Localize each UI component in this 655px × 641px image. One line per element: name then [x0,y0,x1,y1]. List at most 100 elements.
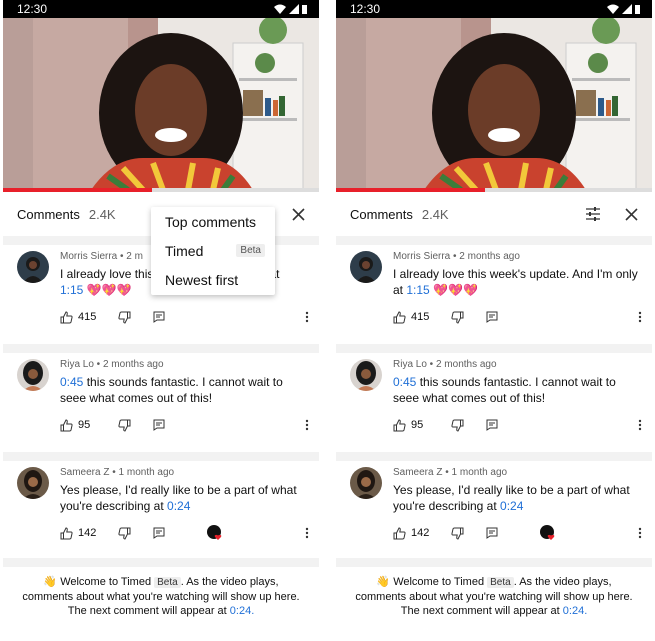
wifi-icon [607,4,619,14]
dislike-button[interactable] [118,311,131,324]
more-options-button[interactable] [305,527,309,539]
reply-button[interactable] [486,311,498,323]
comment-author-meta: Sameera Z • 1 month ago [60,467,175,478]
comments-header: Comments 2.4K [336,198,652,230]
comment-timestamp-link[interactable]: 1:15 [60,283,83,297]
video-frame [336,18,652,190]
wifi-icon [274,4,286,14]
comment-author-meta: Morris Sierra • 2 months ago [393,251,520,262]
wave-emoji: 👋 [376,576,391,588]
creator-heart-badge [540,525,556,541]
video-progress-bar[interactable] [3,188,319,192]
like-button[interactable]: 142 [60,526,106,540]
comment-timestamp-link[interactable]: 0:45 [393,375,416,389]
thumbs-down-icon [118,527,131,540]
next-comment-timestamp[interactable]: 0:24. [563,605,587,617]
thumbs-up-icon [393,418,406,431]
beta-badge: Beta [236,244,265,258]
close-icon[interactable] [625,207,638,221]
creator-heart-icon [540,525,555,540]
next-comment-timestamp[interactable]: 0:24. [230,605,254,617]
comment-text: Yes please, I'd really like to be a part… [393,483,630,513]
more-options-button[interactable] [638,311,642,323]
comment-author-meta: Sameera Z • 1 month ago [393,467,508,478]
more-options-button[interactable] [638,419,642,431]
like-count: 142 [78,527,97,539]
thumbs-down-icon [451,419,464,432]
thumbs-down-icon [451,311,464,324]
thumbs-up-icon [393,310,406,323]
like-button[interactable]: 142 [393,526,439,540]
status-bar: 12:30 [336,0,652,18]
status-bar: 12:30 [3,0,319,18]
signal-icon [289,4,299,14]
comment-timestamp-link[interactable]: 0:45 [60,375,83,389]
like-button[interactable]: 415 [393,310,439,324]
like-button[interactable]: 415 [60,310,106,324]
close-icon[interactable] [292,207,305,221]
reply-button[interactable] [153,419,165,431]
status-icons [274,4,307,14]
more-options-button[interactable] [305,419,309,431]
reply-button[interactable] [153,527,165,539]
more-vertical-icon [305,311,309,323]
dislike-button[interactable] [118,527,131,540]
comment-author-meta: Riya Lo • 2 months ago [393,359,497,370]
like-button[interactable]: 95 [60,418,106,432]
creator-heart-badge [207,525,223,541]
comment-item: Riya Lo • 2 months ago 0:45 this sounds … [336,344,652,438]
comment-actions: 415 [60,308,309,326]
beta-chip: Beta [154,577,181,588]
timed-welcome-message: 👋 Welcome to Timed Beta. As the video pl… [3,558,319,632]
dislike-button[interactable] [118,419,131,432]
more-options-button[interactable] [305,311,309,323]
like-count: 415 [78,311,97,323]
comment-item: Sameera Z • 1 month ago Yes please, I'd … [336,452,652,546]
more-vertical-icon [638,419,642,431]
dislike-button[interactable] [451,419,464,432]
comment-text: 0:45 this sounds fantastic. I cannot wai… [393,375,616,405]
comment-text: 0:45 this sounds fantastic. I cannot wai… [60,375,283,405]
battery-icon [302,5,307,14]
reply-icon [486,419,498,431]
more-options-button[interactable] [638,527,642,539]
comment-timestamp-link[interactable]: 0:24 [167,499,190,513]
video-progress-fill [3,188,152,192]
sort-option-top-comments[interactable]: Top comments [151,207,275,236]
like-count: 142 [411,527,430,539]
avatar [350,251,382,283]
reply-icon [153,311,165,323]
avatar [17,467,49,499]
like-button[interactable]: 95 [393,418,439,432]
like-count: 95 [411,419,424,431]
filter-icon[interactable] [585,207,601,221]
video-progress-bar[interactable] [336,188,652,192]
reply-button[interactable] [486,527,498,539]
comment-timestamp-link[interactable]: 1:15 [406,283,429,297]
video-player[interactable] [336,18,652,190]
reply-button[interactable] [153,311,165,323]
reply-button[interactable] [486,419,498,431]
comment-timestamp-link[interactable]: 0:24 [500,499,523,513]
status-time: 12:30 [350,2,381,16]
sort-option-timed[interactable]: Timed Beta [151,236,275,265]
like-count: 95 [78,419,91,431]
like-count: 415 [411,311,430,323]
more-vertical-icon [305,527,309,539]
comment-emoji: 💖💖💖 [433,283,478,297]
avatar [17,251,49,283]
comments-title: Comments [350,206,413,222]
video-player[interactable] [3,18,319,190]
comment-item: Morris Sierra • 2 months ago I already l… [336,236,652,330]
phone-gap [319,0,336,641]
dislike-button[interactable] [451,311,464,324]
battery-icon [635,5,640,14]
sort-option-newest-first[interactable]: Newest first [151,266,275,295]
signal-icon [622,4,632,14]
comment-item: Riya Lo • 2 months ago 0:45 this sounds … [3,344,319,438]
comment-text: Yes please, I'd really like to be a part… [60,483,297,513]
more-vertical-icon [638,311,642,323]
dislike-button[interactable] [451,527,464,540]
status-icons [607,4,640,14]
thumbs-down-icon [118,419,131,432]
